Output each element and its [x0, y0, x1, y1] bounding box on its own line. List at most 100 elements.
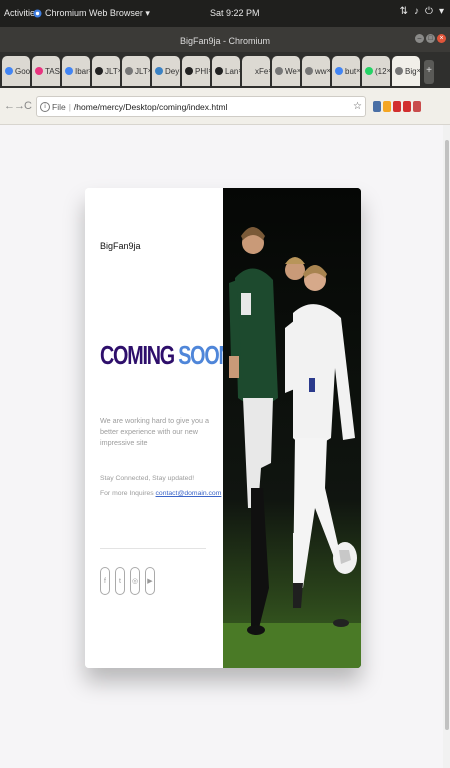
tab-label: xFe	[255, 66, 269, 76]
clock[interactable]: Sat 9:22 PM	[210, 8, 260, 18]
browser-tab[interactable]: We ×	[272, 56, 300, 86]
facebook-icon[interactable]: f	[100, 567, 110, 595]
new-tab-button[interactable]: +	[424, 60, 434, 84]
tab-favicon-icon	[35, 67, 43, 75]
tab-close-icon[interactable]: ×	[89, 68, 90, 75]
address-bar[interactable]: i File | /home/mercy/Desktop/coming/inde…	[36, 96, 366, 117]
tab-favicon-icon	[65, 67, 73, 75]
tab-close-icon[interactable]: ×	[148, 68, 150, 75]
tab-label: JLT	[135, 66, 148, 76]
tab-favicon-icon	[395, 67, 403, 75]
extension-icon[interactable]	[393, 101, 401, 112]
tab-favicon-icon	[275, 67, 283, 75]
reload-button[interactable]: C	[24, 100, 32, 112]
os-top-bar: Activities Chromium Web Browser ▾ Sat 9:…	[0, 0, 450, 27]
browser-tab[interactable]: JLT ×	[122, 56, 150, 86]
browser-tab[interactable]: ww ×	[302, 56, 330, 86]
power-icon[interactable]: ⏻	[425, 6, 433, 17]
browser-tab[interactable]: (12 ×	[362, 56, 390, 86]
window-title-bar: BigFan9ja - Chromium – □ ×	[0, 27, 450, 52]
tab-close-icon[interactable]: ×	[387, 68, 390, 75]
system-tray[interactable]: ⇅ ♪ ⏻ ▾	[400, 6, 444, 17]
tab-favicon-icon	[335, 67, 343, 75]
extension-icon[interactable]	[383, 101, 391, 112]
network-icon[interactable]: ⇅	[400, 6, 408, 17]
app-menu[interactable]: Chromium Web Browser ▾	[33, 8, 150, 19]
window-title: BigFan9ja - Chromium	[179, 36, 271, 46]
window-controls: – □ ×	[415, 34, 446, 43]
extension-icon[interactable]	[413, 101, 421, 112]
inquiries-line: For more Inquires contact@domain.com	[100, 490, 221, 497]
tab-close-icon[interactable]: ×	[327, 68, 330, 75]
tab-label: Goo	[15, 66, 30, 76]
extension-icon[interactable]	[403, 101, 411, 112]
soccer-players-photo	[223, 188, 361, 668]
extension-icon[interactable]	[373, 101, 381, 112]
tab-favicon-icon	[95, 67, 103, 75]
tab-close-icon[interactable]: ×	[297, 68, 300, 75]
info-icon[interactable]: i	[40, 101, 50, 112]
tab-strip: Goo×TAS×Ibar×JLT×JLT×Dey×PHI×Lan×xFe×We×…	[0, 52, 450, 88]
brand-name: BigFan9ja	[100, 241, 141, 251]
browser-toolbar: ← → C i File | /home/mercy/Desktop/comin…	[0, 88, 450, 199]
tab-label: (12	[375, 66, 387, 76]
tab-favicon-icon	[305, 67, 313, 75]
divider	[100, 548, 206, 549]
sound-icon[interactable]: ♪	[414, 6, 419, 17]
coming-soon-card: BigFan9ja COMING SOON... We are working …	[85, 188, 361, 668]
description-text: We are working hard to give you a better…	[100, 416, 209, 447]
youtube-icon[interactable]: ▶	[145, 567, 155, 595]
tab-label: Lan	[225, 66, 239, 76]
browser-tab[interactable]: Goo×	[2, 56, 30, 86]
tab-close-icon[interactable]: ×	[238, 68, 240, 75]
tab-close-icon[interactable]: ×	[179, 68, 180, 75]
url-scheme: File	[52, 101, 66, 112]
browser-tab[interactable]: Big ×	[392, 56, 420, 86]
url-separator: |	[68, 101, 71, 112]
tab-label: ww	[315, 66, 327, 76]
browser-tab[interactable]: Dey×	[152, 56, 180, 86]
tab-label: We	[285, 66, 297, 76]
instagram-icon[interactable]: ◎	[130, 567, 140, 595]
tab-label: PHI	[195, 66, 209, 76]
browser-tab[interactable]: Lan×	[212, 56, 240, 86]
menu-down-icon[interactable]: ▾	[439, 6, 444, 17]
tab-favicon-icon	[245, 67, 253, 75]
tab-close-icon[interactable]: ×	[417, 68, 420, 75]
twitter-icon[interactable]: t	[115, 567, 125, 595]
tab-favicon-icon	[215, 67, 223, 75]
browser-tab[interactable]: Ibar×	[62, 56, 90, 86]
browser-tab[interactable]: xFe×	[242, 56, 270, 86]
inquiries-label: For more Inquires	[100, 490, 154, 497]
tab-label: but	[345, 66, 357, 76]
browser-tab[interactable]: TAS×	[32, 56, 60, 86]
bookmark-star-icon[interactable]: ☆	[353, 101, 362, 112]
browser-tab[interactable]: JLT ×	[92, 56, 120, 86]
close-button[interactable]: ×	[437, 34, 446, 43]
tab-favicon-icon	[155, 67, 163, 75]
scrollbar-thumb[interactable]	[445, 140, 449, 730]
tab-close-icon[interactable]: ×	[268, 68, 270, 75]
app-name-label: Chromium Web Browser ▾	[45, 8, 150, 18]
tab-favicon-icon	[185, 67, 193, 75]
minimize-button[interactable]: –	[415, 34, 424, 43]
card-text-panel: BigFan9ja COMING SOON... We are working …	[85, 188, 246, 668]
tab-label: TAS	[45, 66, 60, 76]
stay-connected-text: Stay Connected, Stay updated!	[100, 475, 195, 482]
browser-tab[interactable]: PHI×	[182, 56, 210, 86]
tab-label: Ibar	[75, 66, 89, 76]
tab-label: Big	[405, 66, 417, 76]
soccer-photo-illustration	[223, 188, 361, 668]
maximize-button[interactable]: □	[426, 34, 435, 43]
headline-coming: COMING	[100, 340, 175, 370]
browser-tab[interactable]: but ×	[332, 56, 360, 86]
chromium-icon	[33, 9, 42, 18]
url-text[interactable]: /home/mercy/Desktop/coming/index.html	[74, 102, 228, 112]
contact-email-link[interactable]: contact@domain.com	[156, 490, 222, 497]
tab-close-icon[interactable]: ×	[356, 68, 360, 75]
tab-favicon-icon	[125, 67, 133, 75]
tab-close-icon[interactable]: ×	[118, 68, 120, 75]
tab-close-icon[interactable]: ×	[208, 68, 210, 75]
tab-favicon-icon	[5, 67, 13, 75]
tab-label: JLT	[105, 66, 118, 76]
